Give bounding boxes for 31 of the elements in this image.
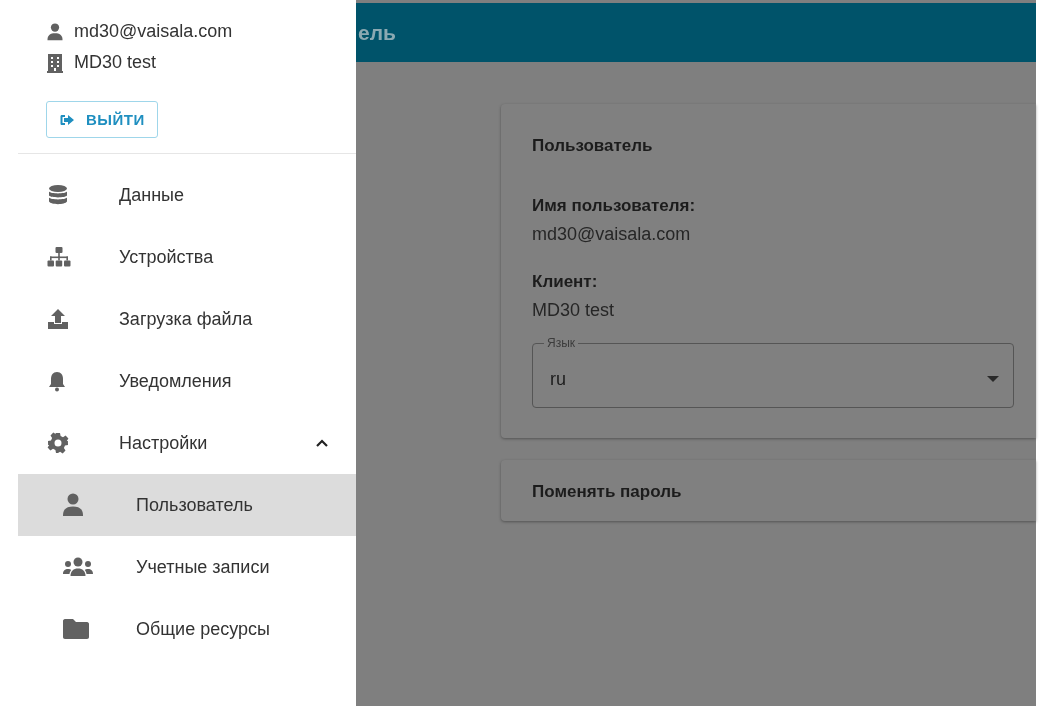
password-panel[interactable]: Поменять пароль xyxy=(501,460,1036,521)
nav-subitem[interactable]: Общие ресурсы xyxy=(18,598,356,660)
field-value: md30@vaisala.com xyxy=(532,224,692,245)
card-title: Пользователь xyxy=(532,135,654,157)
field-label: Имя пользователя: xyxy=(532,196,697,216)
sign-out-icon xyxy=(60,113,74,126)
field-value: MD30 test xyxy=(532,300,616,321)
user-icon xyxy=(62,493,84,517)
logout-button[interactable]: ВЫЙТИ xyxy=(46,101,158,138)
upload-icon xyxy=(47,308,69,330)
nav-item[interactable]: Загрузка файла xyxy=(18,288,356,350)
account-email: md30@vaisala.com xyxy=(74,21,233,42)
users-icon xyxy=(62,556,94,578)
folder-icon xyxy=(62,618,90,640)
database-icon xyxy=(47,184,69,206)
nav-item[interactable]: Настройки xyxy=(18,412,356,474)
nav-subitem[interactable]: Учетные записи xyxy=(18,536,356,598)
client-name: MD30 test xyxy=(74,52,157,73)
nav-item[interactable]: Уведомления xyxy=(18,350,356,412)
dropdown-arrow-icon xyxy=(987,376,999,382)
header-title: ель xyxy=(358,20,396,45)
language-select[interactable]: Язык ru xyxy=(532,336,1014,408)
bell-icon xyxy=(47,370,67,392)
nav-item[interactable]: Устройства xyxy=(18,226,356,288)
user-icon xyxy=(46,22,64,41)
settings-icon xyxy=(47,432,69,454)
nav-item[interactable]: Данные xyxy=(18,164,356,226)
building-icon xyxy=(46,52,64,73)
field-label: Клиент: xyxy=(532,272,599,292)
hierarchy-icon xyxy=(47,246,71,268)
nav-subitem[interactable]: Пользователь xyxy=(18,474,356,536)
